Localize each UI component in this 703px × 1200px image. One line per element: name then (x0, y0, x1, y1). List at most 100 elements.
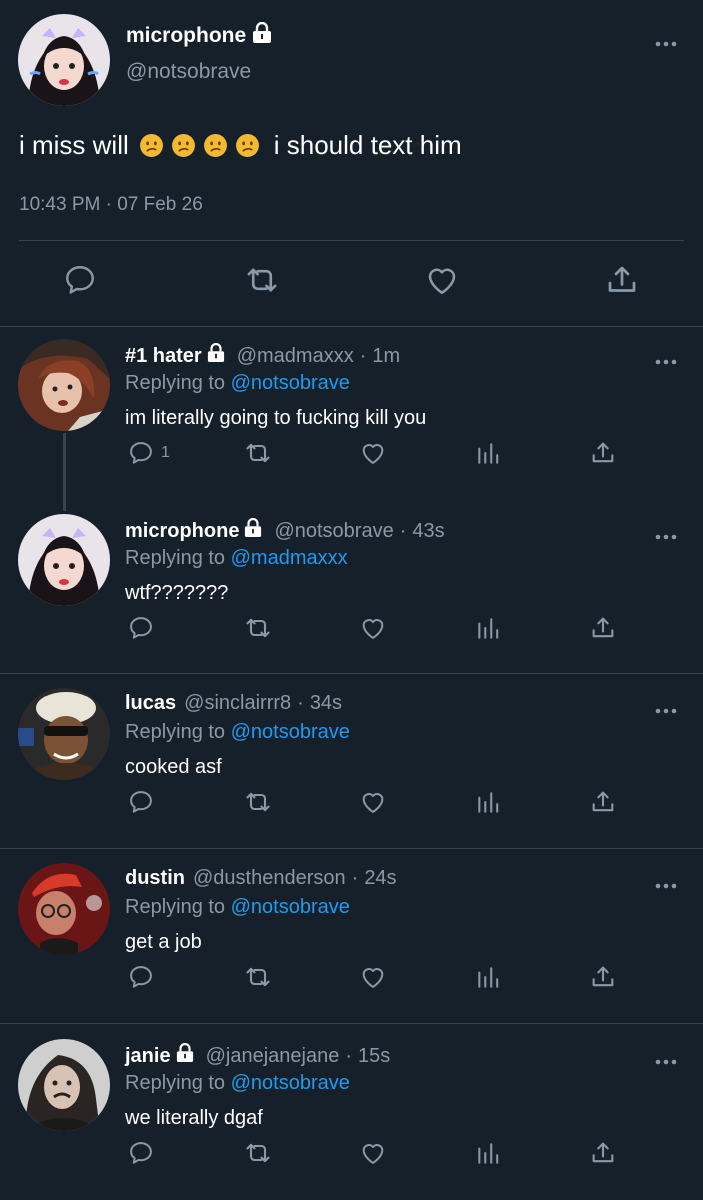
timestamp[interactable]: 1m (372, 345, 400, 368)
mention-link[interactable]: @notsobrave (231, 896, 350, 918)
lock-icon (244, 517, 262, 544)
timestamp[interactable]: 43s (412, 520, 444, 543)
share-icon[interactable] (589, 1139, 617, 1167)
mention-link[interactable]: @notsobrave (231, 721, 350, 743)
replying-label: Replying to (125, 721, 226, 743)
mention-link[interactable]: @madmaxxx (231, 547, 348, 569)
replying-to: Replying to @madmaxxx (125, 547, 348, 570)
analytics-icon[interactable] (475, 963, 501, 991)
retweet-icon[interactable] (242, 788, 274, 816)
more-options-icon[interactable] (655, 1052, 677, 1070)
avatar[interactable] (18, 14, 110, 106)
handle[interactable]: @dusthenderson (193, 867, 346, 890)
retweet-icon[interactable] (242, 439, 274, 467)
replying-to: Replying to @notsobrave (125, 896, 350, 919)
replying-label: Replying to (125, 372, 226, 394)
lock-icon (176, 1042, 194, 1069)
share-icon[interactable] (604, 262, 640, 303)
handle[interactable]: @madmaxxx (237, 345, 354, 368)
more-options-icon[interactable] (655, 701, 677, 719)
timestamp[interactable]: 10:43 PM · 07 Feb 26 (19, 194, 203, 216)
share-icon[interactable] (589, 614, 617, 642)
tweet-actions: 1 (0, 439, 703, 479)
replying-label: Replying to (125, 896, 226, 918)
timestamp[interactable]: 34s (310, 692, 342, 715)
display-name[interactable]: dustin (125, 867, 185, 890)
separator-dot: · (359, 344, 367, 367)
display-name[interactable]: janie (125, 1045, 171, 1068)
reply-icon[interactable] (127, 1139, 155, 1167)
avatar[interactable] (18, 863, 110, 955)
display-name[interactable]: #1 hater (125, 345, 202, 368)
avatar[interactable] (18, 514, 110, 606)
avatar[interactable] (18, 339, 110, 431)
retweet-icon[interactable] (242, 963, 274, 991)
handle[interactable]: @janejanejane (206, 1045, 340, 1068)
reply-tweet: dustin @dusthenderson · 24s Replying to … (0, 851, 703, 1023)
reply-tweet: lucas @sinclairrr8 · 34s Replying to @no… (0, 676, 703, 848)
display-name[interactable]: lucas (125, 692, 176, 715)
tweet-actions (0, 262, 703, 306)
reply-icon[interactable] (127, 788, 155, 816)
retweet-icon[interactable] (242, 614, 274, 642)
tweet-text: wtf??????? (125, 582, 229, 604)
reply-icon[interactable] (127, 963, 155, 991)
analytics-icon[interactable] (475, 614, 501, 642)
separator-dot: · (399, 519, 407, 542)
replying-label: Replying to (125, 1072, 226, 1094)
confused-face-emoji (171, 134, 195, 157)
retweet-icon[interactable] (243, 262, 281, 303)
tweet-text: get a job (125, 931, 202, 953)
share-icon[interactable] (589, 788, 617, 816)
like-icon[interactable] (358, 614, 388, 642)
analytics-icon[interactable] (475, 1139, 501, 1167)
tweet-text: im literally going to fucking kill you (125, 407, 427, 429)
like-icon[interactable] (358, 439, 388, 467)
display-name[interactable]: microphone (126, 24, 246, 48)
handle[interactable]: @sinclairrr8 (184, 692, 291, 715)
tweet-text: cooked asf (125, 756, 222, 778)
share-icon[interactable] (589, 439, 617, 467)
like-icon[interactable] (423, 262, 461, 303)
avatar[interactable] (18, 1039, 110, 1131)
reply-count: 1 (161, 444, 170, 461)
replying-to: Replying to @notsobrave (125, 721, 350, 744)
retweet-icon[interactable] (242, 1139, 274, 1167)
avatar[interactable] (18, 688, 110, 780)
lock-icon (252, 21, 272, 49)
more-options-icon[interactable] (655, 352, 677, 370)
replying-label: Replying to (125, 547, 226, 569)
like-icon[interactable] (358, 963, 388, 991)
separator-dot: · (351, 867, 359, 889)
confused-face-emoji (235, 134, 259, 157)
timestamp[interactable]: 15s (358, 1045, 390, 1068)
more-options-icon[interactable] (655, 527, 677, 545)
mention-link[interactable]: @notsobrave (231, 372, 350, 394)
reply-tweet: #1 hater @madmaxxx · 1m Replying to @not… (0, 327, 703, 501)
tweet-text-before: i miss will (19, 130, 129, 160)
divider (19, 240, 684, 241)
reply-button[interactable]: 1 (127, 439, 170, 467)
more-options-icon[interactable] (655, 876, 677, 894)
handle[interactable]: @notsobrave (274, 520, 393, 543)
timestamp[interactable]: 24s (364, 867, 396, 890)
lock-icon (207, 342, 225, 369)
divider (0, 673, 703, 674)
like-icon[interactable] (358, 788, 388, 816)
reply-icon[interactable] (127, 614, 155, 642)
reply-icon[interactable] (62, 262, 98, 303)
mention-link[interactable]: @notsobrave (231, 1072, 350, 1094)
separator-dot: · (345, 1044, 352, 1067)
analytics-icon[interactable] (475, 788, 501, 816)
share-icon[interactable] (589, 963, 617, 991)
display-name[interactable]: microphone (125, 520, 239, 543)
divider (0, 848, 703, 849)
tweet-text: i miss will i should text him (19, 130, 462, 161)
divider (0, 1023, 703, 1024)
more-options-icon[interactable] (655, 34, 677, 52)
analytics-icon[interactable] (475, 439, 501, 467)
like-icon[interactable] (358, 1139, 388, 1167)
tweet-actions (0, 788, 703, 828)
handle[interactable]: @notsobrave (126, 60, 251, 84)
reply-icon (130, 442, 152, 464)
